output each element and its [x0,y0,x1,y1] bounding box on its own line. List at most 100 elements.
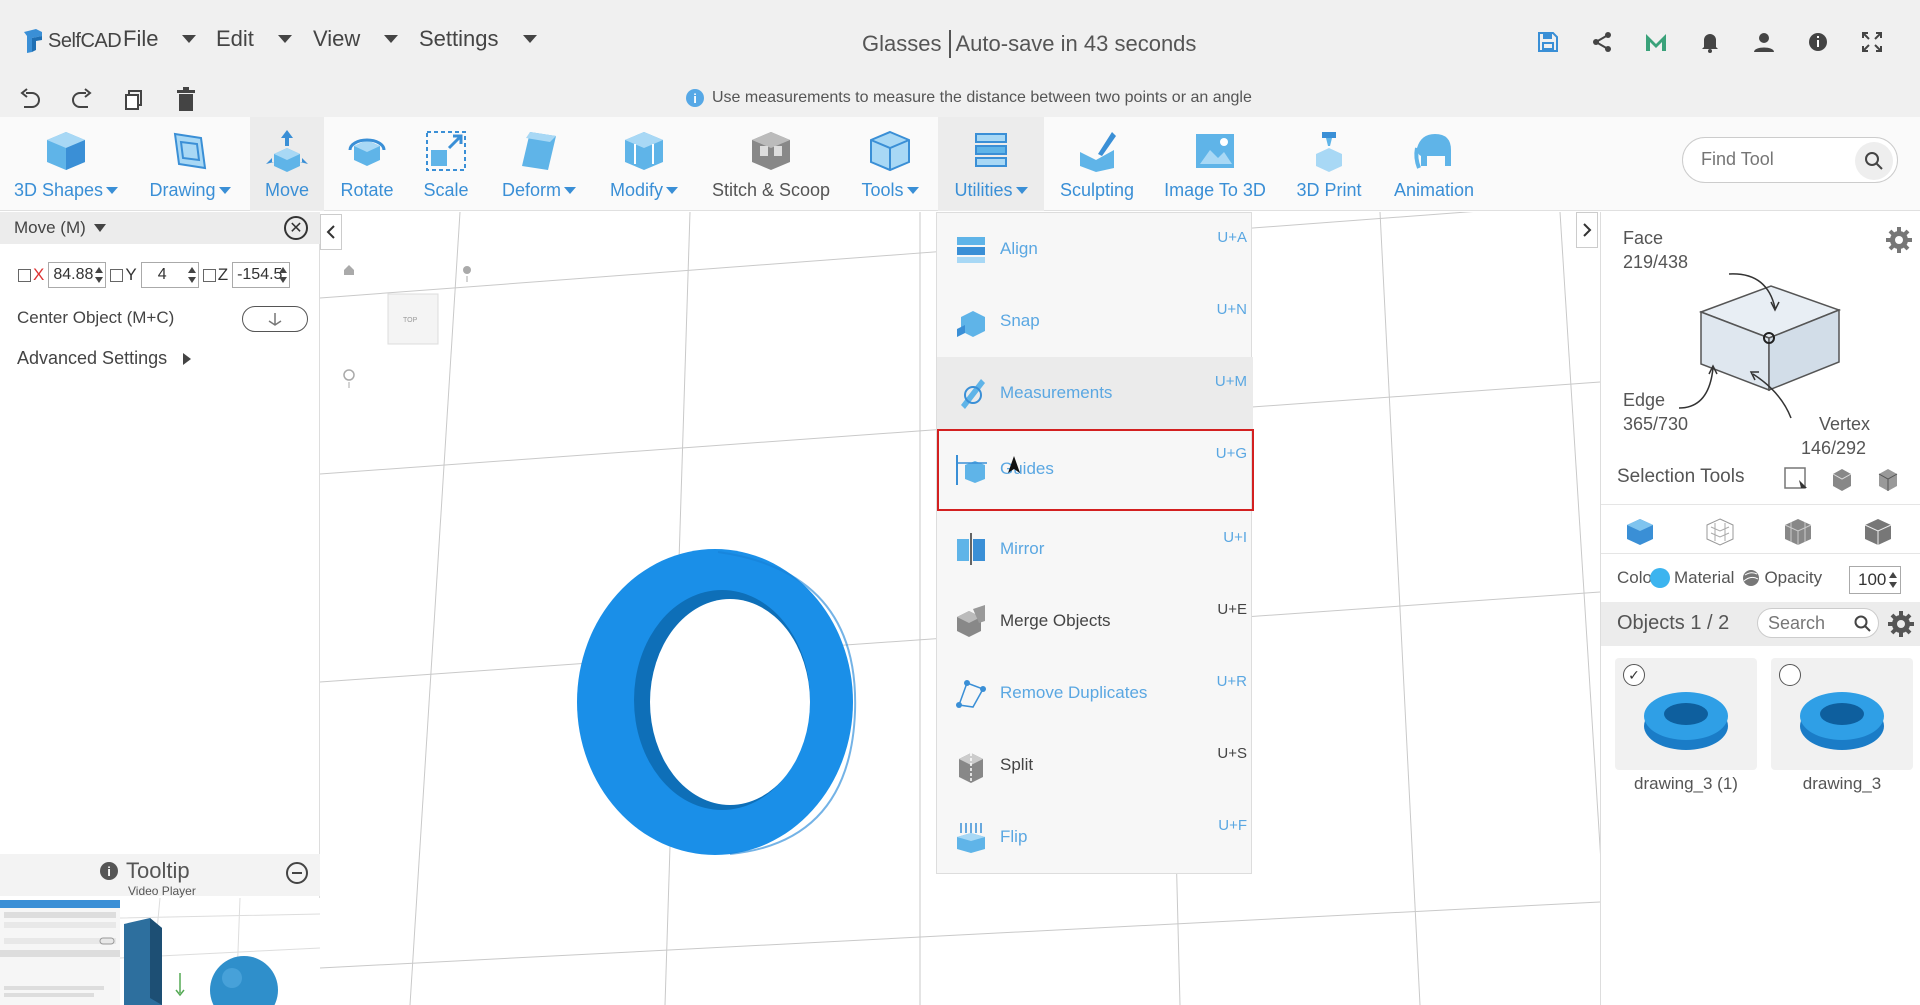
collapse-right-panel-button[interactable] [1576,212,1598,248]
tool-tools[interactable]: Tools [854,117,926,211]
collapse-left-panel-button[interactable] [320,214,342,250]
chevron-down-icon [906,187,919,194]
y-input[interactable]: 4 [140,262,199,288]
cube-icon [47,132,85,170]
menu-item-label: Mirror [1000,539,1045,558]
tool-drawing[interactable]: Drawing [140,117,240,211]
opacity-label: Opacity [1764,568,1823,587]
center-object-toggle[interactable] [242,306,308,332]
gear-icon[interactable] [1885,226,1913,254]
tool-3d-print[interactable]: 3D Print [1292,117,1366,211]
tool-image-to-3d[interactable]: Image To 3D [1160,117,1270,211]
right-panel: Face 219/438 Edge 365/730 Vertex 146/292… [1600,212,1920,1005]
selection-tools-label: Selection Tools [1617,466,1745,487]
drawing-icon [173,132,207,170]
menu-item-mirror[interactable]: Mirror U+I [937,513,1253,585]
tool-scale[interactable]: Scale [412,117,480,211]
chevron-down-icon [277,35,292,43]
tool-deform[interactable]: Deform [492,117,586,211]
edge-label: Edge [1623,390,1666,410]
minimize-tooltip-button[interactable] [286,862,308,884]
select-surface-icon[interactable] [1875,466,1901,492]
opacity-input[interactable]: 100 [1849,566,1901,594]
undo-icon[interactable] [18,87,42,113]
tool-animation[interactable]: Animation [1388,117,1480,211]
panel-header: Move (M) ✕ [0,212,320,244]
opacity-icon [1743,570,1760,586]
project-name[interactable]: Glasses [862,31,941,57]
view-cube[interactable]: TOP [387,293,439,345]
menu-item-flip[interactable]: Flip U+F [937,801,1253,873]
rotate-icon [348,138,386,166]
printer-icon [1316,132,1342,172]
copy-icon[interactable] [122,87,146,113]
m-logo-icon[interactable] [1644,30,1668,54]
tooltip-video-player[interactable] [0,898,320,1005]
menu-item-merge-objects[interactable]: Merge Objects U+E [937,585,1253,657]
object-search-placeholder: Search [1768,613,1826,633]
select-through-icon[interactable] [1829,466,1855,492]
share-icon[interactable] [1590,30,1614,54]
torus-object[interactable] [577,549,857,855]
tool-modify[interactable]: Modify [598,117,690,211]
menu-item-shortcut: U+F [1218,817,1247,834]
menu-file-label: File [123,26,159,51]
info-icon: i [100,862,118,880]
vertex-mode-icon[interactable] [1863,517,1893,547]
tool-3d-shapes[interactable]: 3D Shapes [10,117,122,211]
close-panel-button[interactable]: ✕ [284,216,308,240]
edge-mode-icon[interactable] [1783,517,1813,547]
menu-item-align[interactable]: Align U+A [937,213,1253,285]
objects-settings-gear-icon[interactable] [1887,610,1915,638]
find-tool-input[interactable] [1701,149,1841,170]
object-thumbnail [1644,692,1728,750]
tool-utilities[interactable]: Utilities [938,117,1044,211]
info-icon[interactable] [1806,30,1830,54]
menu-view[interactable]: View [313,26,399,52]
fullscreen-icon[interactable] [1860,30,1884,54]
y-lock-checkbox[interactable] [110,268,124,282]
object-search-input[interactable]: Search [1757,608,1879,638]
menu-item-remove-duplicates[interactable]: Remove Duplicates U+R [937,657,1253,729]
face-mode-icon[interactable] [1705,517,1735,547]
box-select-icon[interactable] [1783,466,1809,492]
x-lock-checkbox[interactable] [18,268,31,282]
menu-item-split[interactable]: Split U+S [937,729,1253,801]
menu-item-measurements[interactable]: Measurements U+M [937,357,1253,429]
bell-icon[interactable] [1698,30,1722,54]
tool-stitch-scoop[interactable]: Stitch & Scoop [702,117,840,211]
view-target-icon[interactable] [343,369,355,388]
object-card[interactable] [1771,658,1913,770]
chevron-down-icon [218,187,231,194]
tooltip-header: i Tooltip Video Player [0,854,320,898]
user-icon[interactable] [1752,30,1776,54]
autosave-status: Auto-save in 43 seconds [955,31,1197,56]
tool-rotate[interactable]: Rotate [334,117,400,211]
tool-move[interactable]: Move [250,117,324,211]
menu-item-snap[interactable]: Snap U+N [937,285,1253,357]
home-icon[interactable] [344,265,354,275]
flip-icon [957,823,985,853]
z-lock-checkbox[interactable] [202,268,216,282]
material-label[interactable]: Material [1674,568,1734,588]
delete-icon[interactable] [174,87,198,113]
selection-highlight-box [937,429,1254,511]
camera-icon[interactable] [463,266,471,282]
find-tool-search-button[interactable] [1855,142,1893,180]
logo[interactable]: SelfCAD [22,28,122,54]
menu-settings[interactable]: Settings [419,26,537,52]
menu-edit[interactable]: Edit [216,26,292,52]
advanced-settings-toggle[interactable]: Advanced Settings [17,348,192,369]
panel-title[interactable]: Move (M) [14,218,106,238]
object-card[interactable]: ✓ [1615,658,1757,770]
color-swatch[interactable] [1649,568,1670,588]
menu-file[interactable]: File [123,26,197,52]
object-mode-icon[interactable] [1625,517,1655,547]
tool-sculpting[interactable]: Sculpting [1060,117,1134,211]
redo-icon[interactable] [70,87,94,113]
x-input[interactable]: 84.88 [48,262,107,288]
save-icon[interactable] [1536,30,1560,54]
z-input[interactable]: -154.5 [232,262,291,288]
spinner-icon [1889,572,1897,588]
tool-label: 3D Print [1296,180,1362,200]
